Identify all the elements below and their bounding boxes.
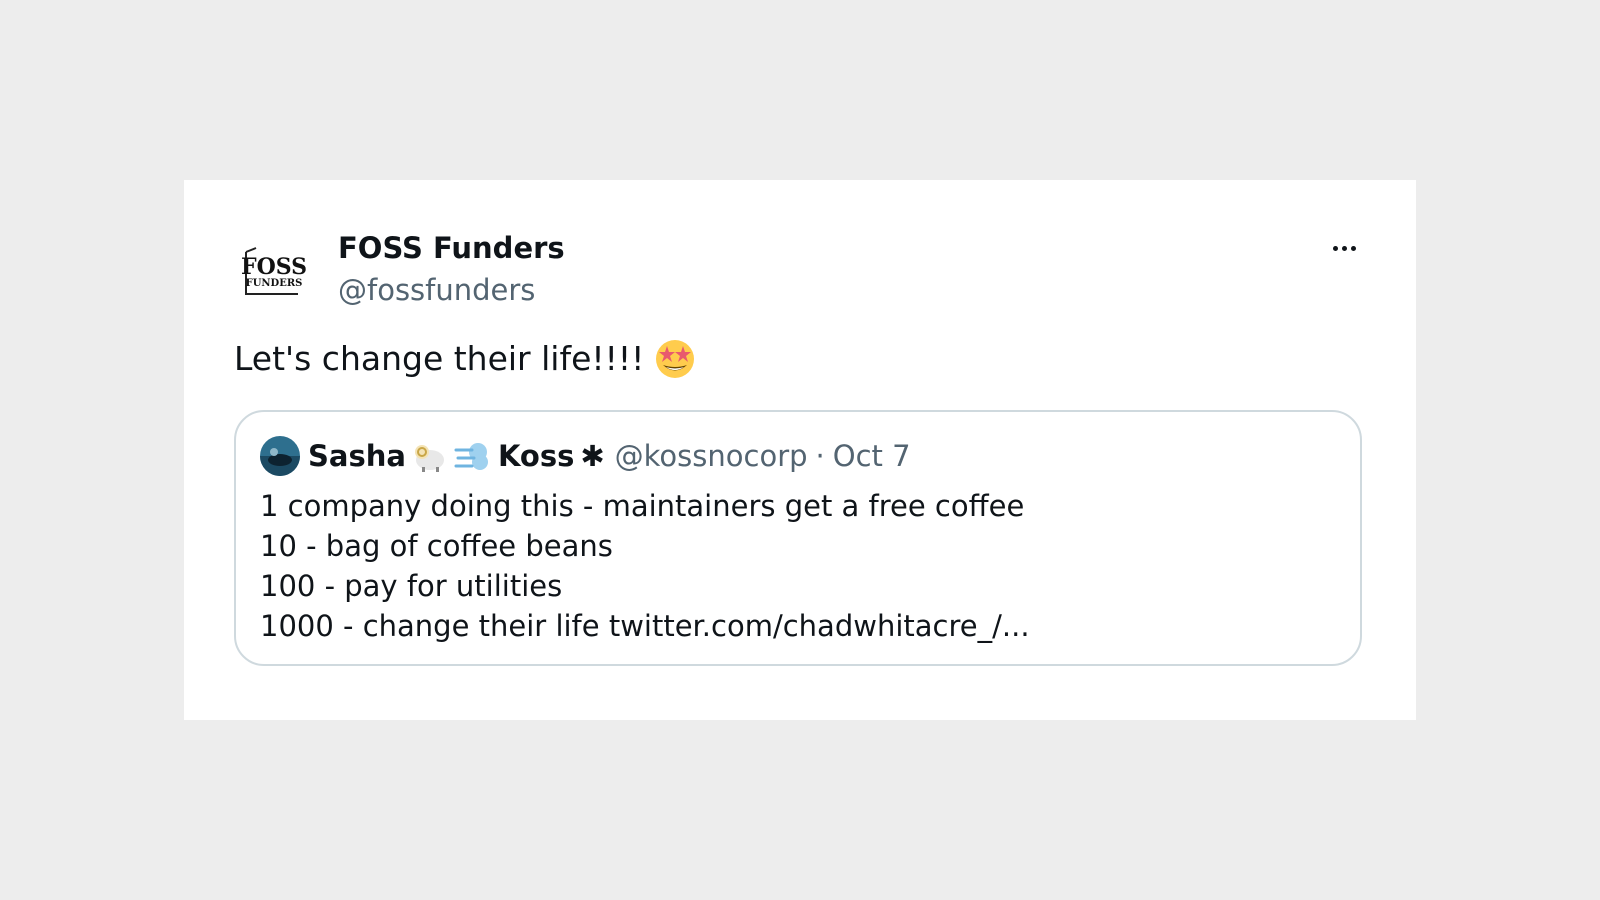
- more-options-button[interactable]: [1324, 236, 1364, 260]
- quoted-line: 100 - pay for utilities: [260, 569, 563, 603]
- logo-text-foss: FOSS: [241, 254, 307, 280]
- quoted-tweet[interactable]: Sasha Koss ✱ @kossnocorp · Oct 7 1 compa…: [234, 410, 1362, 666]
- asterisk-icon: ✱: [580, 439, 605, 473]
- more-horizontal-icon: [1332, 245, 1338, 251]
- foss-funders-logo-avatar[interactable]: FOSS FUNDERS: [234, 230, 314, 310]
- quoted-tweet-header: Sasha Koss ✱ @kossnocorp · Oct 7: [260, 434, 911, 478]
- quoted-author-handle[interactable]: @kossnocorp: [615, 439, 808, 473]
- tweet-card: FOSS FUNDERS FOSS Funders @fossfunders L…: [184, 180, 1416, 720]
- quoted-tweet-date[interactable]: Oct 7: [833, 439, 911, 473]
- author-handle[interactable]: @fossfunders: [338, 272, 535, 308]
- logo-text-funders: FUNDERS: [246, 278, 303, 289]
- star-struck-emoji-icon: [656, 340, 695, 378]
- author-display-name[interactable]: FOSS Funders: [338, 230, 565, 266]
- header-separator: ·: [815, 439, 825, 473]
- tweet-text-content: Let's change their life!!!!: [234, 339, 645, 378]
- quoted-author-last-name[interactable]: Koss: [498, 439, 574, 473]
- more-dot: [1341, 245, 1347, 251]
- tweet-text: Let's change their life!!!!: [234, 338, 696, 380]
- quoted-line-with-link[interactable]: 1000 - change their life twitter.com/cha…: [260, 606, 1030, 646]
- ram-emoji-icon: [414, 445, 444, 472]
- quoted-tweet-text: 1 company doing this - maintainers get a…: [260, 486, 1030, 646]
- dash-emoji-icon: [454, 443, 488, 470]
- quoted-line: 1 company doing this - maintainers get a…: [260, 489, 1025, 523]
- more-dot: [1350, 245, 1356, 251]
- quoted-line: 10 - bag of coffee beans: [260, 529, 613, 563]
- quoted-author-avatar[interactable]: [260, 436, 300, 476]
- quoted-author-first-name[interactable]: Sasha: [308, 439, 406, 473]
